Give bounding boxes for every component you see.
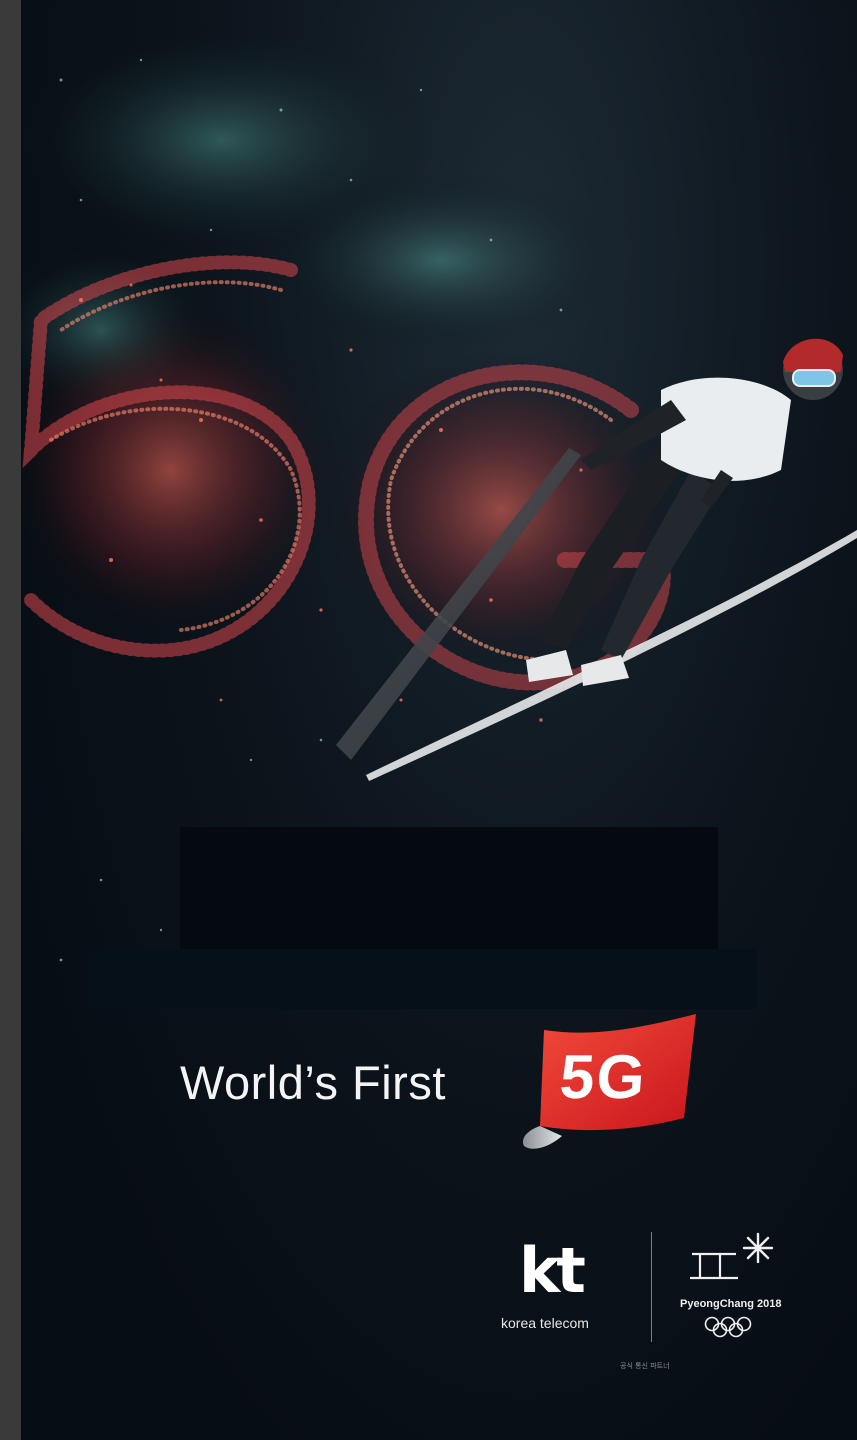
kt-logo: kt korea telecom bbox=[497, 1240, 627, 1340]
official-partner-label: 공식 통신 파트너 bbox=[620, 1362, 670, 1370]
tagline-text: World’s First bbox=[180, 1055, 446, 1109]
dark-overlay-block bbox=[180, 827, 718, 949]
kt-logo-name: korea telecom bbox=[501, 1315, 589, 1331]
dark-overlay-band bbox=[90, 949, 757, 1009]
tagline: World’s First bbox=[180, 1047, 446, 1117]
hero-image bbox=[21, 0, 857, 1440]
left-edge-bar bbox=[0, 0, 21, 1440]
5g-badge-text: 5G bbox=[557, 1043, 650, 1112]
pyeongchang-text: PyeongChang 2018 bbox=[680, 1298, 782, 1310]
kt-logo-mark: kt bbox=[519, 1234, 586, 1307]
pyeongchang-emblem-icon bbox=[690, 1232, 774, 1280]
particle-artwork bbox=[21, 20, 857, 962]
ad-page: World’s First 5G kt korea telecom Pyeong… bbox=[0, 0, 857, 1440]
logo-divider bbox=[651, 1232, 652, 1342]
pyeongchang-logo: PyeongChang 2018 bbox=[680, 1232, 810, 1342]
olympic-rings-icon bbox=[704, 1316, 752, 1338]
